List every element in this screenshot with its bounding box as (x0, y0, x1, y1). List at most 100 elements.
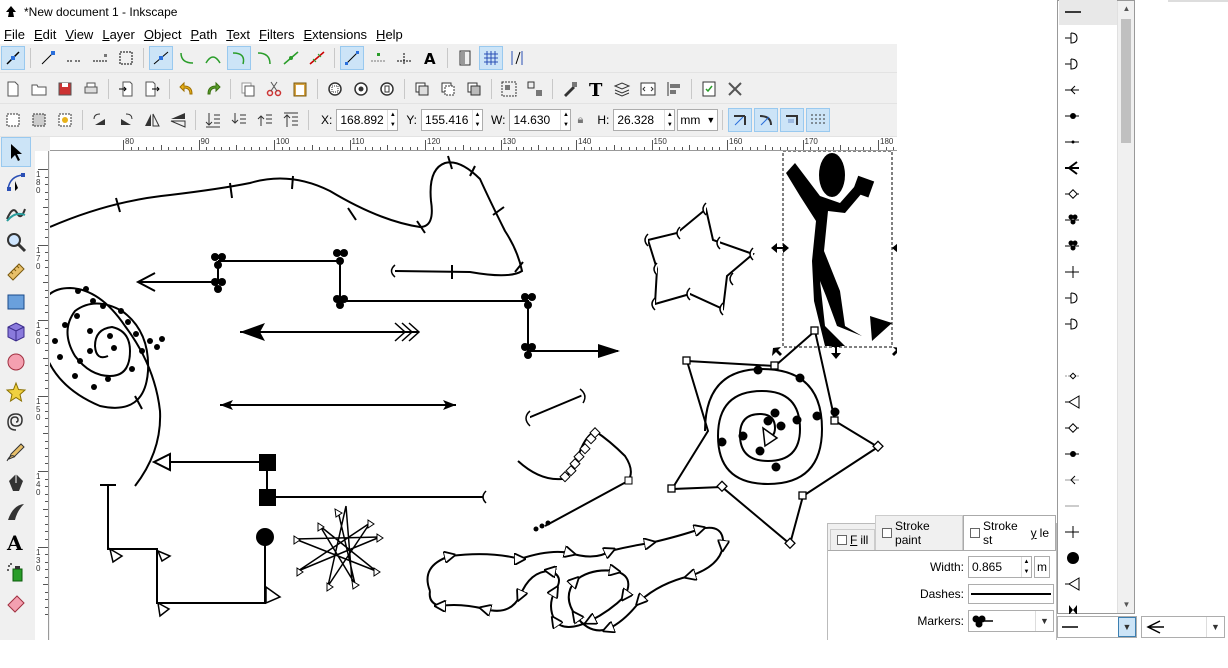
rectangle-tool-button[interactable] (1, 287, 31, 317)
concentric-spiral[interactable] (704, 367, 824, 486)
ungroup-button[interactable] (523, 77, 547, 101)
marker-option[interactable] (1059, 545, 1117, 571)
mid-marker-select[interactable]: ▼ (1057, 616, 1137, 638)
duplicate-button[interactable] (410, 77, 434, 101)
marker-option[interactable] (1059, 285, 1117, 311)
marker-option[interactable] (1059, 77, 1117, 103)
paste-button[interactable] (288, 77, 312, 101)
node-auto-smooth-button[interactable] (227, 46, 251, 70)
five-point-star[interactable] (646, 207, 755, 311)
node-symmetric-button[interactable] (201, 46, 225, 70)
menu-view[interactable]: View (61, 27, 98, 42)
stroke-unit-select[interactable]: m (1034, 556, 1050, 578)
clone-button[interactable] (436, 77, 460, 101)
h-stepper[interactable]: ▲ ▼ (664, 110, 674, 130)
staircase-path-with-triangles[interactable] (107, 485, 266, 604)
looped-path-with-triangles[interactable] (426, 528, 724, 631)
marker-dropdown-list[interactable]: ▲ ▼ (1057, 0, 1135, 615)
w-input[interactable] (510, 110, 561, 130)
open-document-button[interactable] (27, 77, 51, 101)
canvas-drawing[interactable] (50, 151, 897, 640)
stroke-width-input[interactable] (969, 557, 1021, 577)
star-tool-button[interactable] (1, 377, 31, 407)
show-path-outline-button[interactable] (366, 46, 390, 70)
y-input[interactable] (422, 110, 473, 130)
select-all-button[interactable] (1, 108, 25, 132)
x-spinbox[interactable]: ▲▼ (336, 109, 399, 131)
scrollbar-thumb[interactable] (1121, 19, 1131, 143)
marker-option[interactable] (1059, 337, 1117, 363)
up-arrow-icon[interactable]: ▲ (561, 110, 570, 120)
zoom-selection-button[interactable] (323, 77, 347, 101)
up-arrow-icon[interactable]: ▲ (473, 110, 482, 120)
tweak-tool-button[interactable] (1, 197, 31, 227)
scroll-up-arrow-icon[interactable]: ▲ (1118, 1, 1135, 17)
insert-node-button[interactable] (1, 46, 25, 70)
start-marker-select[interactable]: ▼ (968, 610, 1054, 632)
unlink-clone-button[interactable] (462, 77, 486, 101)
marker-option[interactable] (1059, 519, 1117, 545)
star-scribble[interactable] (294, 505, 381, 587)
export-button[interactable] (140, 77, 164, 101)
transform-gradients-button[interactable] (780, 108, 805, 132)
spiral-tool-button[interactable] (1, 407, 31, 437)
stroke-width-stepper[interactable]: ▲ ▼ (1021, 557, 1031, 577)
snap-guide-button[interactable] (505, 46, 529, 70)
lock-icon[interactable]: 🔒︎ (577, 114, 583, 127)
h-spinbox[interactable]: ▲▼ (613, 109, 676, 131)
menu-layer[interactable]: Layer (98, 27, 140, 42)
raise-to-top-button[interactable] (279, 108, 303, 132)
menu-text[interactable]: Text (222, 27, 255, 42)
up-arrow-icon[interactable]: ▲ (1022, 557, 1031, 567)
up-arrow-icon[interactable]: ▲ (388, 110, 397, 120)
marker-option[interactable] (1059, 363, 1117, 389)
snap-grid-button[interactable] (479, 46, 503, 70)
drawing-canvas[interactable] (50, 151, 897, 640)
zoom-page-button[interactable] (375, 77, 399, 101)
curvy-path-with-diamonds[interactable] (517, 429, 632, 527)
marker-option[interactable] (1059, 389, 1117, 415)
marker-option[interactable] (1059, 207, 1117, 233)
marker-option[interactable] (1059, 441, 1117, 467)
menu-file[interactable]: File (0, 27, 30, 42)
preferences-button[interactable] (723, 77, 747, 101)
segment-line-button[interactable] (253, 46, 277, 70)
select-all-layers-button[interactable] (27, 108, 51, 132)
small-segment-with-end-caps[interactable] (527, 394, 584, 419)
transform-patterns-button[interactable] (806, 108, 831, 132)
marker-option[interactable] (1059, 467, 1117, 493)
raise-button[interactable] (253, 108, 277, 132)
show-transform-handles-button[interactable] (392, 46, 416, 70)
edit-text-path-button[interactable]: A (418, 46, 442, 70)
document-properties-button[interactable] (697, 77, 721, 101)
stroke-width-spinbox[interactable]: ▲▼ (968, 556, 1032, 578)
calligraphy-tool-button[interactable] (1, 497, 31, 527)
join-nodes-button[interactable] (62, 46, 86, 70)
tab-fill[interactable]: Fill (830, 529, 876, 550)
menu-filters[interactable]: Filters (255, 27, 299, 42)
show-handles-button[interactable] (340, 46, 364, 70)
delete-node-button[interactable] (36, 46, 60, 70)
import-button[interactable] (114, 77, 138, 101)
marker-option[interactable] (1059, 259, 1117, 285)
cut-button[interactable] (262, 77, 286, 101)
marker-option[interactable] (1059, 25, 1117, 51)
clip-path-button[interactable] (453, 46, 477, 70)
x-input[interactable] (337, 110, 388, 130)
down-arrow-icon[interactable]: ▼ (1022, 567, 1031, 577)
end-marker-select[interactable]: ▼ (1141, 616, 1225, 638)
3d-box-tool-button[interactable] (1, 317, 31, 347)
break-path-button[interactable] (88, 46, 112, 70)
square-marker-connector[interactable] (155, 461, 486, 498)
marker-option[interactable] (1059, 0, 1117, 25)
ellipse-tool-button[interactable] (1, 347, 31, 377)
marker-option[interactable] (1059, 103, 1117, 129)
text-tool-button[interactable]: A (1, 527, 31, 557)
marker-option[interactable] (1059, 155, 1117, 181)
y-stepper[interactable]: ▲ ▼ (472, 110, 482, 130)
down-arrow-icon[interactable]: ▼ (473, 120, 482, 130)
flip-horizontal-button[interactable] (140, 108, 164, 132)
spray-tool-button[interactable] (1, 557, 31, 587)
lower-button[interactable] (227, 108, 251, 132)
node-tool-button[interactable] (1, 167, 31, 197)
